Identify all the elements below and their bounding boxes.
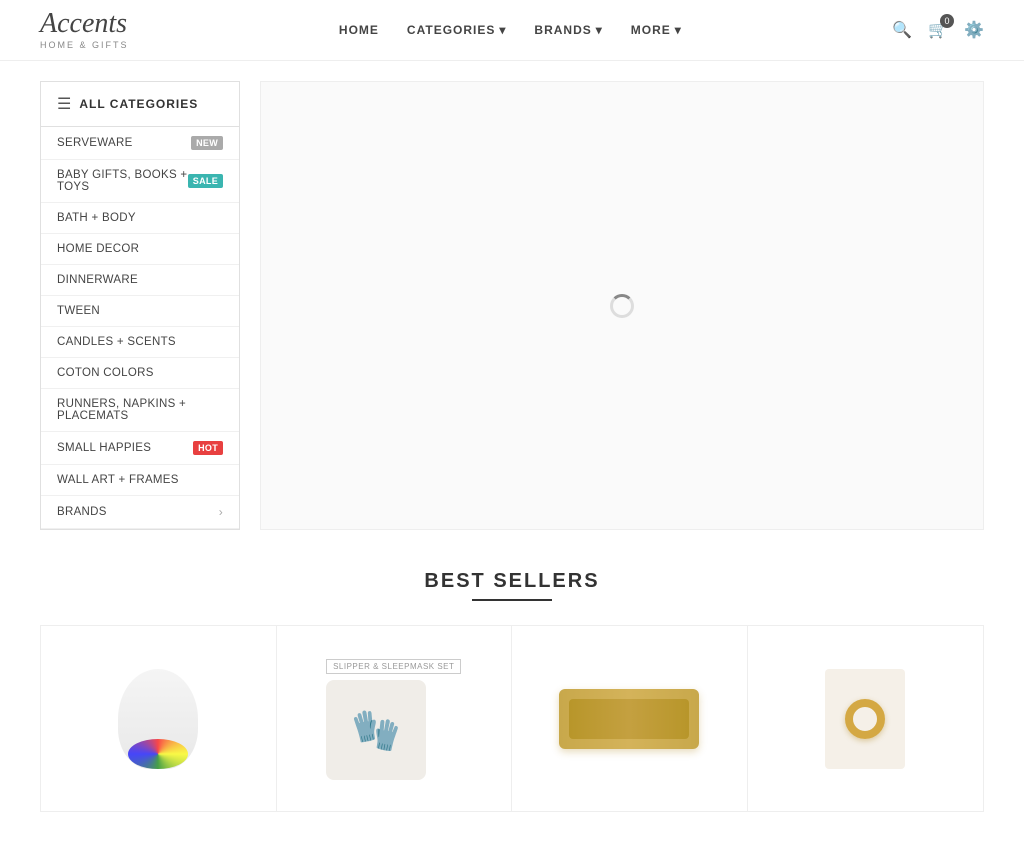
sidebar-item[interactable]: DINNERWARE: [41, 265, 239, 296]
sidebar-item-label: COTON COLORS: [57, 367, 154, 379]
sidebar-item[interactable]: SERVEWARE NEW: [41, 127, 239, 160]
nav-categories[interactable]: CATEGORIES ▾: [407, 23, 506, 37]
chevron-down-icon: ▾: [596, 23, 603, 37]
sidebar-item[interactable]: CANDLES + SCENTS: [41, 327, 239, 358]
sidebar-item-label: CANDLES + SCENTS: [57, 336, 176, 348]
main-nav: HOME CATEGORIES ▾ BRANDS ▾ MORE ▾: [339, 23, 682, 37]
logo[interactable]: Accents HOME & GIFTS: [40, 10, 129, 50]
sidebar-item[interactable]: BABY GIFTS, BOOKS + TOYSSALE: [41, 160, 239, 203]
product-tag: SLIPPER & SLEEPMASK SET: [326, 659, 461, 674]
best-sellers-title: BEST SELLERS: [40, 570, 984, 593]
main-layout: ☰ ALL CATEGORIES SERVEWARE NEW BABY GIFTS,…: [0, 61, 1024, 550]
sidebar-item-badge: SALE: [188, 174, 223, 188]
sidebar-item-badge: NEW: [191, 136, 223, 150]
sidebar-item[interactable]: BRANDS ›: [41, 496, 239, 529]
sidebar-item-label: BABY GIFTS, BOOKS + TOYS: [57, 169, 188, 193]
product-image-ring: [825, 669, 905, 769]
sidebar-header[interactable]: ☰ ALL CATEGORIES: [41, 82, 239, 127]
nav-home[interactable]: HOME: [339, 23, 379, 37]
sidebar-header-label: ALL CATEGORIES: [79, 97, 198, 111]
sidebar-item[interactable]: RUNNERS, NAPKINS + PLACEMATS: [41, 389, 239, 432]
sidebar-item[interactable]: COTON COLORS: [41, 358, 239, 389]
sidebar-item-label: WALL ART + FRAMES: [57, 474, 179, 486]
chevron-down-icon: ▾: [499, 23, 506, 37]
sidebar-item-badge: HOT: [193, 441, 223, 455]
sidebar-item-label: HOME DECOR: [57, 243, 139, 255]
logo-name: Accents: [40, 10, 129, 38]
products-grid: SLIPPER & SLEEPMASK SET 🧤: [40, 625, 984, 812]
product-card[interactable]: [41, 626, 277, 811]
title-underline: [472, 599, 552, 601]
sidebar-item[interactable]: TWEEN: [41, 296, 239, 327]
chevron-right-icon: ›: [219, 505, 223, 519]
ring-decoration: [845, 699, 885, 739]
chevron-down-icon: ▾: [675, 23, 682, 37]
product-image-ring-wrap: [825, 669, 905, 769]
sidebar-item-label: SERVEWARE: [57, 137, 133, 149]
product-card[interactable]: SLIPPER & SLEEPMASK SET 🧤: [277, 626, 513, 811]
search-icon: 🔍: [892, 22, 912, 39]
best-sellers-section: BEST SELLERS SLIPPER & SLEEPMASK SET 🧤: [0, 550, 1024, 852]
sidebar-items: SERVEWARE NEW BABY GIFTS, BOOKS + TOYSSALE…: [41, 127, 239, 529]
search-button[interactable]: 🔍: [892, 20, 912, 40]
banner-area: [260, 81, 984, 530]
sidebar-item-label: BATH + BODY: [57, 212, 136, 224]
product-image-slipper-wrap: SLIPPER & SLEEPMASK SET 🧤: [326, 657, 461, 780]
sidebar-item-label: RUNNERS, NAPKINS + PLACEMATS: [57, 398, 223, 422]
sidebar: ☰ ALL CATEGORIES SERVEWARE NEW BABY GIFTS,…: [40, 81, 240, 530]
sidebar-item[interactable]: SMALL HAPPIES HOT: [41, 432, 239, 465]
sidebar-item-label: DINNERWARE: [57, 274, 138, 286]
cart-badge: 0: [940, 14, 954, 28]
product-card[interactable]: [748, 626, 984, 811]
sidebar-item[interactable]: BATH + BODY: [41, 203, 239, 234]
nav-more[interactable]: MORE ▾: [631, 23, 682, 37]
product-image-glass: [118, 669, 198, 769]
nav-brands[interactable]: BRANDS ▾: [534, 23, 602, 37]
loading-spinner: [610, 294, 634, 318]
settings-button[interactable]: ⚙️: [964, 20, 984, 40]
logo-sub: HOME & GIFTS: [40, 40, 129, 50]
product-image-tray: [559, 689, 699, 749]
sidebar-item[interactable]: WALL ART + FRAMES: [41, 465, 239, 496]
sidebar-item[interactable]: HOME DECOR: [41, 234, 239, 265]
sidebar-item-label: TWEEN: [57, 305, 100, 317]
cart-button[interactable]: 🛒 0: [928, 20, 948, 40]
product-image-slipper: 🧤: [326, 680, 426, 780]
menu-icon: ☰: [57, 94, 71, 114]
header: Accents HOME & GIFTS HOME CATEGORIES ▾ B…: [0, 0, 1024, 61]
settings-icon: ⚙️: [964, 22, 984, 39]
sidebar-item-label: BRANDS: [57, 506, 107, 518]
sidebar-item-label: SMALL HAPPIES: [57, 442, 151, 454]
header-icons: 🔍 🛒 0 ⚙️: [892, 20, 984, 40]
product-card[interactable]: [512, 626, 748, 811]
